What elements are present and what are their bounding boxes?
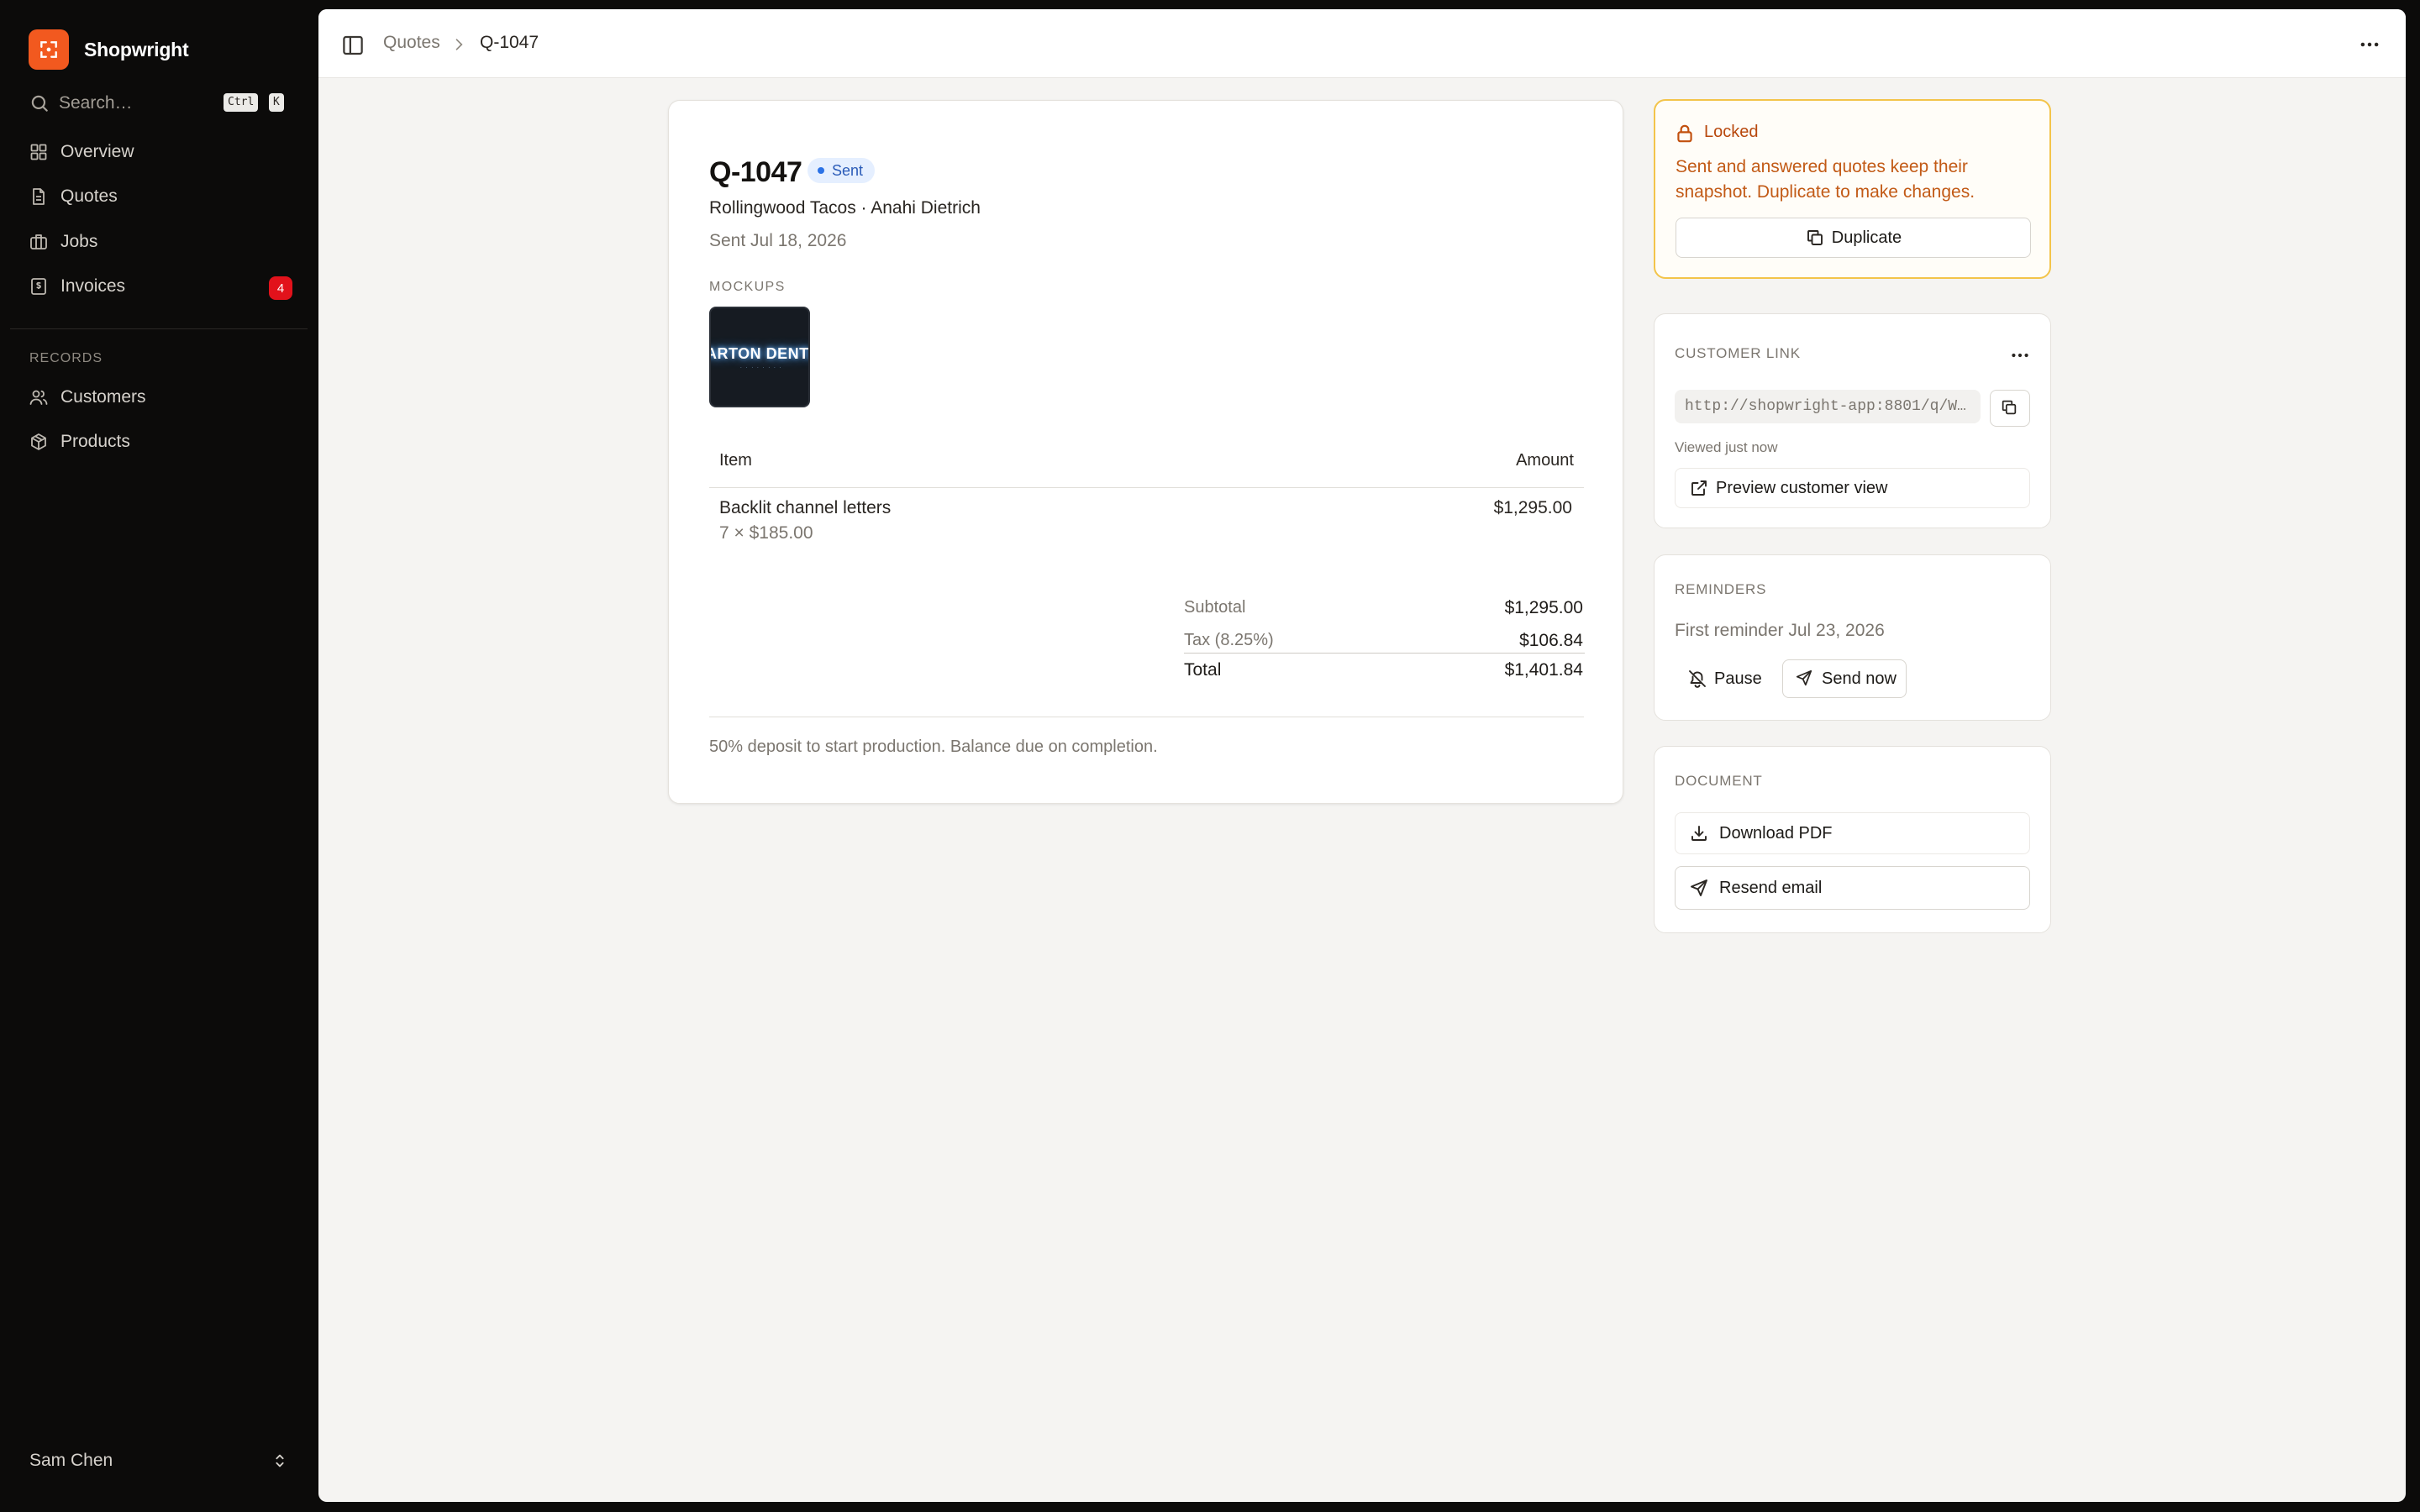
sidebar-item-label: Quotes	[60, 186, 118, 206]
sidebar-item-label: Invoices	[60, 276, 126, 296]
document-panel: DOCUMENT Download PDF Resend email	[1654, 746, 2051, 933]
brand[interactable]: Shopwright	[29, 29, 189, 70]
customer-link-label: CUSTOMER LINK	[1675, 345, 1801, 361]
line-item-name: Backlit channel letters	[719, 498, 892, 517]
total-value: $1,401.84	[1504, 660, 1583, 680]
mockup-sign-text: ARTON DENTA	[709, 345, 808, 362]
search-icon	[29, 92, 50, 114]
download-pdf-button[interactable]: Download PDF	[1675, 812, 2030, 854]
status-dot-icon	[818, 167, 824, 174]
bell-off-icon	[1687, 669, 1707, 689]
line-items-header: Item Amount	[709, 441, 1584, 488]
quote-sent-date: Sent Jul 18, 2026	[709, 231, 847, 250]
line-item-amount: $1,295.00	[1493, 498, 1572, 517]
preview-customer-view-button[interactable]: Preview customer view	[1675, 468, 2030, 508]
total-label: Total	[1184, 660, 1222, 680]
customer-link-url-field[interactable]	[1675, 390, 1981, 423]
external-link-icon	[1689, 478, 1709, 498]
download-icon	[1689, 823, 1709, 843]
briefcase-icon	[29, 232, 49, 252]
sidebar-item-label: Overview	[60, 142, 134, 161]
send-now-button-label: Send now	[1822, 669, 1897, 688]
status-badge: Sent	[808, 158, 876, 183]
chevron-right-icon	[450, 36, 467, 53]
copy-icon	[2000, 398, 2020, 418]
resend-email-button[interactable]: Resend email	[1675, 866, 2030, 910]
pause-button-label: Pause	[1714, 669, 1762, 688]
download-pdf-label: Download PDF	[1719, 823, 1833, 843]
locked-panel: Locked Sent and answered quotes keep the…	[1654, 99, 2051, 279]
receipt-icon	[29, 276, 49, 297]
search-bar[interactable]: Ctrl K	[29, 89, 289, 118]
sidebar-item-invoices[interactable]: Invoices 4	[10, 267, 308, 306]
user-menu[interactable]: Sam Chen	[10, 1441, 308, 1480]
subtotal-label: Subtotal	[1184, 598, 1246, 617]
send-icon	[1689, 878, 1709, 898]
more-options-icon[interactable]	[2357, 32, 2382, 57]
duplicate-button-label: Duplicate	[1831, 228, 1902, 247]
status-text: Sent	[832, 161, 864, 179]
main-content: Quotes Q-1047 Q-1047 Sent Rollingwood Ta…	[318, 9, 2406, 1502]
brand-logo-icon	[29, 29, 69, 70]
sidebar-item-jobs[interactable]: Jobs	[10, 223, 308, 261]
line-item-qty: 7 × $185.00	[719, 523, 813, 543]
sidebar-toggle-icon[interactable]	[340, 33, 366, 58]
customer-link-panel: CUSTOMER LINK Viewed just now Preview cu…	[1654, 313, 2051, 528]
document-label: DOCUMENT	[1675, 773, 1763, 789]
sidebar-item-customers[interactable]: Customers	[10, 378, 308, 417]
tax-label: Tax (8.25%)	[1184, 631, 1274, 649]
grid-icon	[29, 142, 49, 162]
users-icon	[29, 387, 49, 407]
pause-reminders-button[interactable]: Pause	[1675, 659, 1767, 698]
reminders-label: REMINDERS	[1675, 581, 1767, 597]
document-icon	[29, 186, 49, 207]
column-header-item: Item	[719, 451, 752, 470]
breadcrumb-current: Q-1047	[480, 33, 539, 52]
copy-link-button[interactable]	[1990, 390, 2030, 427]
quote-note: 50% deposit to start production. Balance…	[709, 738, 1158, 756]
resend-email-label: Resend email	[1719, 878, 1823, 897]
sidebar-divider	[10, 328, 308, 329]
locked-message: Sent and answered quotes keep their snap…	[1676, 157, 1975, 202]
viewed-status: Viewed just now	[1675, 439, 1778, 455]
reminders-panel: REMINDERS First reminder Jul 23, 2026 Pa…	[1654, 554, 2051, 721]
sidebar-item-overview[interactable]: Overview	[10, 133, 308, 171]
shortcut-key-ctrl: Ctrl	[224, 93, 259, 112]
shortcut-key-k: K	[269, 93, 284, 112]
preview-button-label: Preview customer view	[1716, 478, 1888, 497]
invoices-count-badge: 4	[269, 276, 292, 300]
send-now-button[interactable]: Send now	[1782, 659, 1907, 698]
sidebar: Shopwright Ctrl K Overview Quotes	[0, 0, 318, 1512]
records-section-label: RECORDS	[29, 351, 103, 365]
duplicate-button[interactable]: Duplicate	[1676, 218, 2031, 258]
sidebar-item-quotes[interactable]: Quotes	[10, 177, 308, 216]
sidebar-item-products[interactable]: Products	[10, 423, 308, 461]
chevron-up-down-icon	[271, 1452, 289, 1470]
top-bar: Quotes Q-1047	[318, 9, 2406, 78]
subtotal-value: $1,295.00	[1504, 598, 1583, 617]
sidebar-item-label: Products	[60, 432, 130, 451]
column-header-amount: Amount	[1516, 451, 1574, 470]
reminder-schedule: First reminder Jul 23, 2026	[1675, 621, 1885, 640]
more-options-icon[interactable]	[2008, 344, 2032, 367]
brand-name: Shopwright	[84, 38, 189, 60]
mockups-label: MOCKUPS	[709, 280, 786, 294]
copy-icon	[1805, 228, 1825, 248]
send-icon	[1795, 669, 1815, 689]
quote-number: Q-1047	[709, 156, 802, 188]
mockup-thumbnail[interactable]: ARTON DENTA · · · · · · · ·	[709, 307, 810, 407]
breadcrumb-quotes-link[interactable]: Quotes	[383, 33, 440, 53]
mockup-sign-subtext: · · · · · · · ·	[739, 365, 783, 370]
lock-icon	[1674, 123, 1696, 144]
totals-divider	[1184, 653, 1585, 654]
locked-title: Locked	[1704, 123, 1759, 141]
tax-value: $106.84	[1519, 631, 1583, 650]
quote-customer: Rollingwood Tacos · Anahi Dietrich	[709, 198, 981, 218]
sidebar-item-label: Customers	[60, 387, 146, 407]
user-name: Sam Chen	[29, 1451, 113, 1470]
search-input[interactable]	[59, 93, 218, 113]
box-icon	[29, 432, 49, 452]
sidebar-item-label: Jobs	[60, 232, 98, 251]
quote-card: Q-1047 Sent Rollingwood Tacos · Anahi Di…	[668, 100, 1623, 804]
